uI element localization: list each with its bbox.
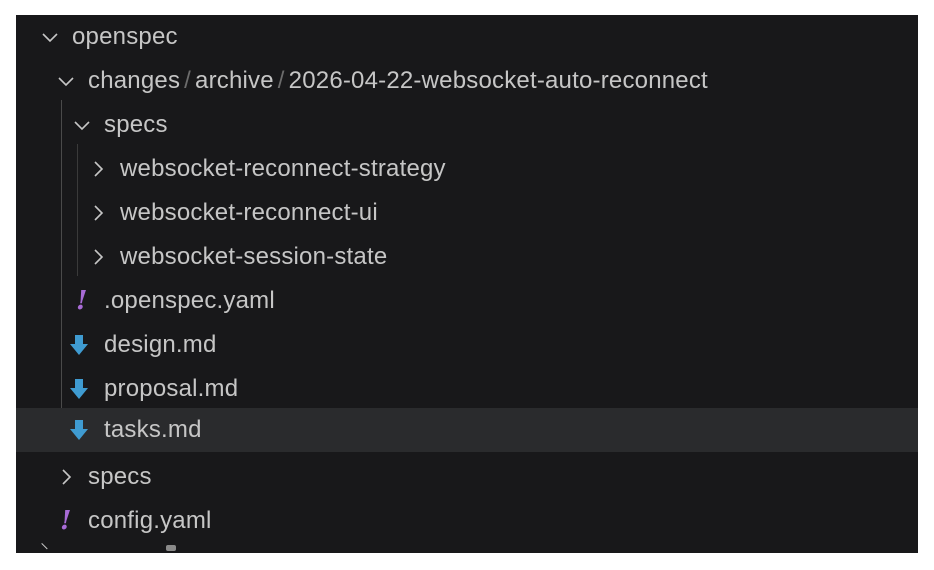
tree-row-websocket-reconnect-strategy[interactable]: websocket-reconnect-strategy <box>16 147 918 191</box>
file-label: .openspec.yaml <box>104 287 275 314</box>
truncated-label-fragment <box>166 545 176 551</box>
folder-label: websocket-session-state <box>120 243 388 270</box>
file-explorer-tree: openspec changes / archive/2026-04-22-webs… <box>16 15 918 553</box>
tree-row-partial <box>16 543 918 553</box>
chevron-right-icon <box>55 466 77 488</box>
tree-row-config-yaml[interactable]: ! config.yaml <box>16 499 918 543</box>
chevron-right-icon <box>35 543 48 553</box>
tree-row-proposal-md[interactable]: proposal.md <box>16 367 918 411</box>
chevron-right-icon <box>87 158 109 180</box>
folder-label: specs <box>88 463 152 490</box>
tree-row-design-md[interactable]: design.md <box>16 323 918 367</box>
folder-label: websocket-reconnect-ui <box>120 199 378 226</box>
yaml-exclamation-icon: ! <box>60 506 72 536</box>
path-segment-changes[interactable]: changes <box>88 67 180 94</box>
chevron-down-icon <box>39 26 61 48</box>
file-label: design.md <box>104 331 217 358</box>
folder-label: specs <box>104 111 168 138</box>
chevron-down-icon <box>55 70 77 92</box>
tree-row-websocket-reconnect-ui[interactable]: websocket-reconnect-ui <box>16 191 918 235</box>
folder-label: openspec <box>72 23 178 50</box>
tree-row-specs-expanded[interactable]: specs <box>16 103 918 147</box>
path-segment-archive[interactable]: archive <box>195 67 274 94</box>
chevron-down-icon <box>71 114 93 136</box>
file-label: config.yaml <box>88 507 212 534</box>
tree-row-openspec[interactable]: openspec <box>16 15 918 59</box>
tree-row-changes-path[interactable]: changes / archive/2026-04-22-websocket-aut… <box>16 59 918 103</box>
file-label: tasks.md <box>104 416 202 443</box>
tree-row-openspec-yaml[interactable]: ! .openspec.yaml <box>16 279 918 323</box>
tree-row-websocket-session-state[interactable]: websocket-session-state <box>16 235 918 279</box>
compact-folder-path: changes / archive/2026-04-22-websocket-aut… <box>88 67 708 95</box>
tree-row-tasks-md[interactable]: tasks.md <box>16 408 918 452</box>
file-label: proposal.md <box>104 375 239 402</box>
yaml-exclamation-icon: ! <box>76 286 88 316</box>
chevron-right-icon <box>87 246 109 268</box>
markdown-arrow-icon <box>68 333 90 357</box>
markdown-arrow-icon <box>68 377 90 401</box>
path-separator: / <box>277 67 285 94</box>
path-segment-change-name[interactable]: 2026-04-22-websocket-auto-reconnect <box>289 67 708 94</box>
path-separator: / <box>184 67 192 94</box>
tree-row-specs-collapsed[interactable]: specs <box>16 455 918 499</box>
markdown-arrow-icon <box>68 418 90 442</box>
folder-label: websocket-reconnect-strategy <box>120 155 446 182</box>
chevron-right-icon <box>87 202 109 224</box>
